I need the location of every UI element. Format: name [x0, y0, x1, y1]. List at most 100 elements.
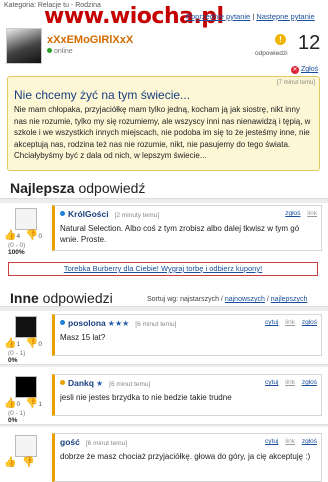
answer-bubble: Dankq ★ [6 minut temu] cytuj link zgłoś je… [52, 374, 322, 416]
answer-header: gość [6 minut temu] [60, 437, 127, 447]
thumb-up-icon[interactable]: 👍 [4, 398, 16, 409]
quote-answer-link[interactable]: cytuj [265, 319, 278, 326]
answer-header: posolona ★★★ [6 minut temu] [60, 318, 176, 328]
sort-newest-link[interactable]: najnowszych [225, 296, 265, 303]
vote-percent: 0% [8, 417, 18, 424]
ad-link[interactable]: Torebka Burberry dla Ciebie! Wygraj torb… [64, 264, 262, 273]
report-answer-link[interactable]: zgłoś [285, 210, 300, 217]
answer-avatar[interactable] [15, 376, 37, 398]
answer-text: dobrze że masz chociaż przyjaciółkę. gło… [60, 452, 311, 461]
answer-votes: 👍1 👎0 (0 - 1) 0% [4, 338, 46, 364]
quote-answer-link[interactable]: cytuj [265, 438, 278, 445]
best-heading-rest: odpowiedź [78, 180, 146, 196]
answer-text: Masz 15 lat? [60, 333, 106, 342]
answer-votes: 👍 👎 [4, 457, 46, 468]
user-bullet-icon [60, 211, 65, 216]
next-question-link[interactable]: Następne pytanie [256, 12, 314, 21]
sort-separator: / [266, 296, 269, 303]
vote-buttons: 👍 👎 [4, 457, 46, 468]
rank-stars-icon: ★ [95, 379, 104, 388]
question-nav: Poprzednie pytanie | Następne pytanie [186, 12, 315, 21]
best-answer-votes: 👍4 👎0 (0 - 0) 100% [4, 230, 46, 256]
thumb-up-icon[interactable]: 👍 [4, 457, 16, 468]
sort-best-link[interactable]: najlepszych [271, 296, 308, 303]
best-answer-avatar[interactable] [15, 208, 37, 230]
online-dot-icon [47, 48, 52, 53]
thumb-down-icon[interactable]: 👎 [22, 457, 34, 468]
report-x-icon: ✕ [291, 66, 299, 74]
vote-percent: 100% [8, 249, 25, 256]
answer-author[interactable]: Dankq [68, 378, 94, 388]
vote-percent: 0% [8, 357, 18, 364]
vote-buttons: 👍4 👎0 [4, 230, 46, 241]
thumb-down-icon[interactable]: 👎 [26, 230, 38, 241]
answer-text: jesli nie jestes brzydka to nie bedzie t… [60, 393, 232, 402]
question-time: [7 minut temu] [276, 80, 315, 86]
online-status-label: online [54, 48, 73, 55]
vote-tally: (0 - 1) [8, 410, 26, 417]
question-box: [7 minut temu] Nie chcemy żyć na tym świ… [7, 76, 320, 171]
report-question-link[interactable]: ✕ Zgłoś [291, 66, 318, 74]
answer-links: zgłoś link [280, 210, 317, 217]
divider [0, 424, 328, 427]
thumb-up-icon[interactable]: 👍 [4, 230, 16, 241]
rank-stars-icon: ★★★ [107, 319, 130, 328]
prev-question-link[interactable]: Poprzednie pytanie [186, 12, 250, 21]
divider [0, 364, 328, 367]
answer-header: KrólGości [2 minuty temu] [60, 209, 159, 219]
asker-avatar[interactable] [6, 28, 42, 64]
sort-label: Sortuj wg: najstarszych / [147, 296, 223, 303]
other-answers-heading: Inne odpowiedzi [10, 290, 113, 306]
others-heading-rest: odpowiedzi [42, 290, 113, 306]
answers-count: 12 [298, 32, 321, 54]
vote-tally: (0 - 0) [8, 242, 26, 249]
answer-permalink[interactable]: link [307, 210, 317, 217]
best-heading-bold: Najlepsza [10, 180, 75, 196]
ad-banner[interactable]: Torebka Burberry dla Ciebie! Wygraj torb… [8, 262, 318, 276]
votes-up-count: 1 [16, 341, 21, 348]
nav-separator: | [252, 12, 255, 21]
votes-up-count: 0 [16, 401, 21, 408]
answer-time: [6 minut temu] [109, 381, 151, 388]
thumb-down-icon[interactable]: 👎 [26, 398, 38, 409]
thumb-up-icon[interactable]: 👍 [4, 338, 16, 349]
answer-links: cytuj link zgłoś [260, 379, 317, 386]
user-bullet-icon [60, 320, 65, 325]
question-body: Nie mam chłopaka, przyjaciółkę mam tylko… [14, 105, 311, 161]
answer-links: cytuj link zgłoś [260, 319, 317, 326]
asker-username[interactable]: xXxEMoGIRlXxX [47, 34, 133, 46]
answer-permalink[interactable]: link [285, 379, 295, 386]
votes-down-count: 1 [38, 401, 42, 408]
answer-permalink[interactable]: link [285, 319, 295, 326]
thumb-down-icon[interactable]: 👎 [26, 338, 38, 349]
answer-time: [6 minut temu] [135, 321, 177, 328]
sort-options: Sortuj wg: najstarszych / najnowszych / … [147, 296, 307, 303]
report-answer-link[interactable]: zgłoś [302, 438, 317, 445]
top-bar: Kategoria: Relacje tu - Rodzina www.wioc… [0, 0, 328, 29]
report-question-label[interactable]: Zgłoś [301, 66, 318, 73]
answer-permalink[interactable]: link [285, 438, 295, 445]
answer-votes: 👍0 👎1 (0 - 1) 0% [4, 398, 46, 424]
vote-buttons: 👍0 👎1 [4, 398, 46, 409]
vote-tally: (0 - 1) [8, 350, 26, 357]
report-answer-link[interactable]: zgłoś [302, 379, 317, 386]
answer-author[interactable]: posolona [68, 318, 106, 328]
answer-time: [6 minut temu] [85, 440, 128, 447]
warning-icon: ! [275, 34, 286, 45]
answer-avatar[interactable] [15, 435, 37, 457]
divider [0, 306, 328, 311]
answer-bubble: posolona ★★★ [6 minut temu] cytuj link zgł… [52, 314, 322, 356]
answer-avatar[interactable] [15, 316, 37, 338]
others-heading-bold: Inne [10, 290, 39, 306]
report-answer-link[interactable]: zgłoś [302, 319, 317, 326]
votes-down-count: 0 [38, 233, 42, 240]
answer-time: [2 minuty temu] [114, 212, 160, 219]
answer-bubble: gość [6 minut temu] cytuj link zgłoś dobr… [52, 433, 322, 482]
best-answer-heading: Najlepsza odpowiedź [10, 180, 145, 196]
votes-down-count: 0 [38, 341, 42, 348]
votes-up-count: 4 [16, 233, 21, 240]
answer-author[interactable]: KrólGości [68, 209, 109, 219]
answers-count-label: odpowiedzi [255, 50, 288, 57]
quote-answer-link[interactable]: cytuj [265, 379, 278, 386]
online-status: online [47, 48, 73, 55]
